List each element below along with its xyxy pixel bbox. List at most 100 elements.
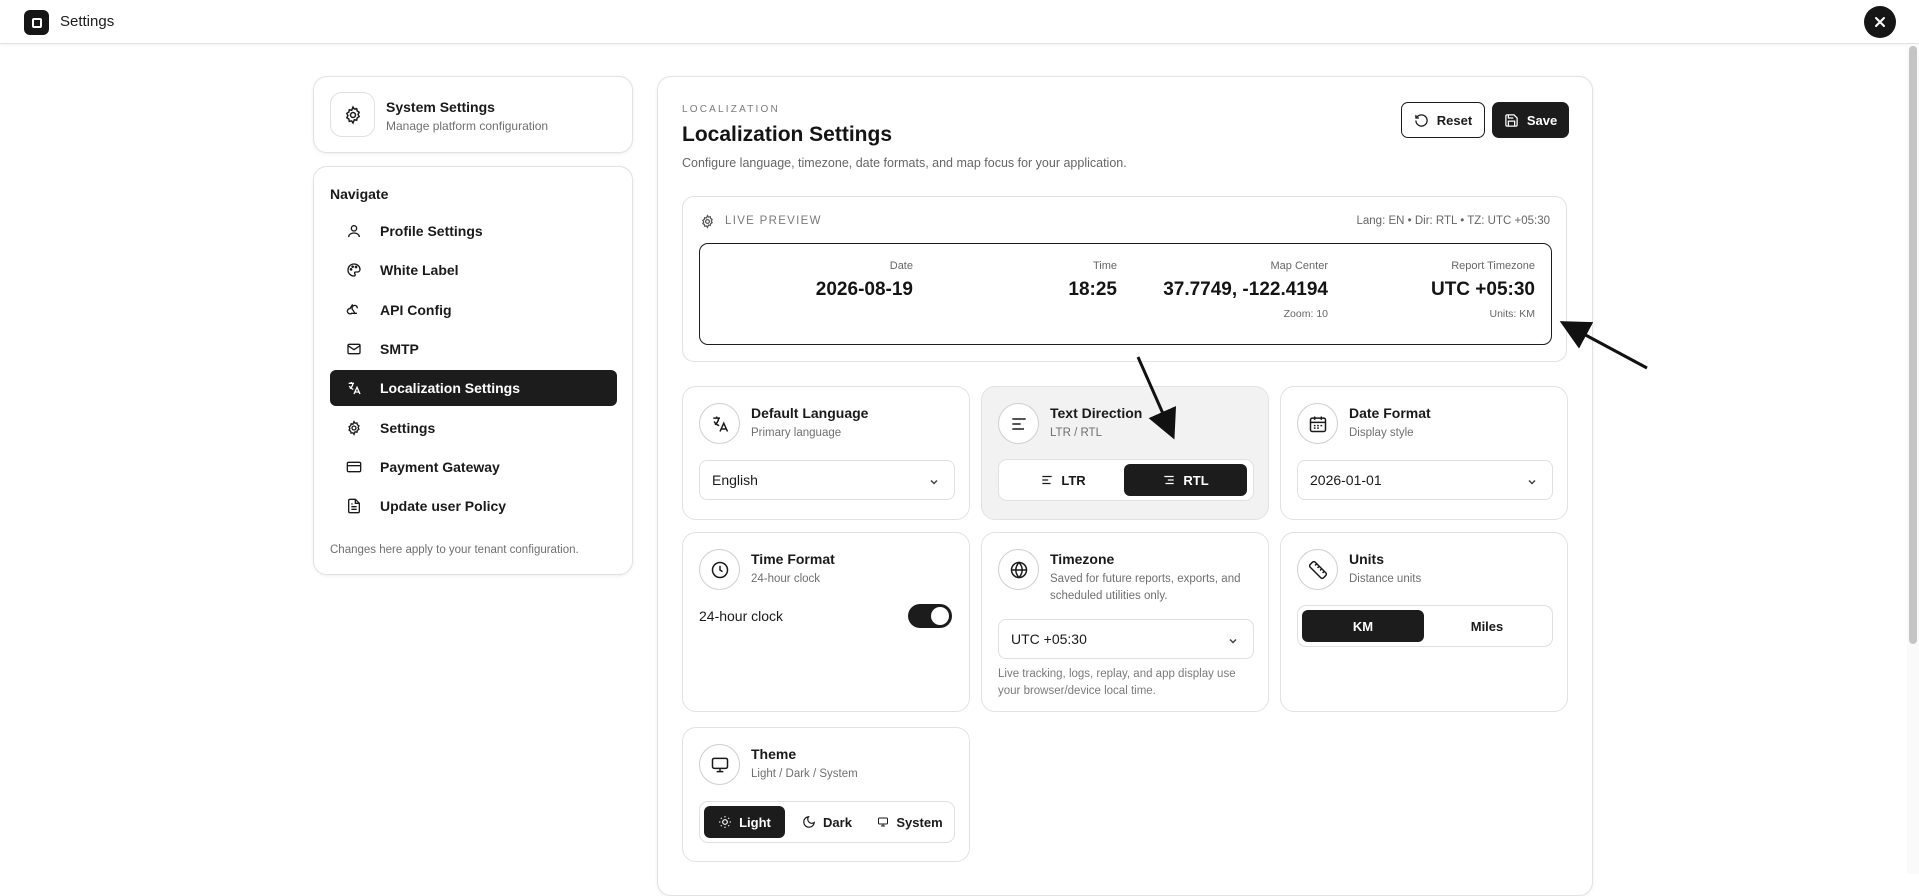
page-title: Localization Settings bbox=[682, 123, 893, 146]
align-left-icon bbox=[1042, 475, 1053, 485]
gear-icon bbox=[700, 214, 715, 229]
rotate-ccw-icon bbox=[1415, 113, 1428, 127]
default-language-card: Default Language Primary language Englis… bbox=[682, 386, 970, 520]
gear-icon bbox=[330, 92, 375, 137]
language-select[interactable]: English bbox=[699, 460, 955, 500]
align-right-icon bbox=[1164, 475, 1175, 485]
km-label: KM bbox=[1352, 618, 1374, 634]
sidebar-item-label: Payment Gateway bbox=[380, 459, 500, 475]
preview-tz-key: Report Timezone bbox=[1451, 260, 1535, 272]
theme-system-label: System bbox=[896, 814, 943, 830]
section-eyebrow: LOCALIZATION bbox=[682, 104, 780, 115]
theme-dark-option[interactable]: Dark bbox=[788, 806, 866, 838]
mail-icon bbox=[345, 340, 363, 358]
units-card: Units Distance units KM Miles bbox=[1280, 532, 1568, 712]
preview-tz-value: UTC +05:30 bbox=[1430, 279, 1535, 300]
window-title: Settings bbox=[60, 13, 115, 30]
toggle-knob bbox=[931, 607, 949, 625]
preview-date: Date 2026-08-19 bbox=[816, 260, 913, 301]
ltr-option[interactable]: LTR bbox=[1004, 464, 1122, 496]
nav-heading: Navigate bbox=[330, 186, 389, 202]
time-format-toggle[interactable] bbox=[908, 604, 952, 628]
language-select-value: English bbox=[712, 472, 758, 488]
preview-map-key: Map Center bbox=[1270, 260, 1328, 272]
moon-icon bbox=[803, 816, 815, 828]
save-label: Save bbox=[1526, 112, 1558, 128]
globe-icon bbox=[998, 549, 1039, 590]
monitor-icon bbox=[878, 817, 889, 827]
close-icon bbox=[1875, 17, 1885, 27]
rtl-label: RTL bbox=[1183, 472, 1209, 488]
timezone-select[interactable]: UTC +05:30 bbox=[998, 619, 1254, 659]
preview-report-timezone: Report Timezone UTC +05:30 Units: KM bbox=[1431, 260, 1535, 320]
page-subtitle: Configure language, timezone, date forma… bbox=[682, 156, 1127, 170]
card-title: Time Format bbox=[751, 551, 835, 567]
sidebar-item-settings[interactable]: Settings bbox=[330, 410, 617, 446]
km-option[interactable]: KM bbox=[1302, 610, 1424, 642]
save-button[interactable]: Save bbox=[1492, 102, 1569, 138]
preview-time: Time 18:25 bbox=[1068, 260, 1117, 301]
monitor-icon bbox=[699, 744, 740, 785]
sidebar-item-profile-settings[interactable]: Profile Settings bbox=[330, 213, 617, 249]
scrollbar-thumb[interactable] bbox=[1909, 46, 1917, 644]
miles-option[interactable]: Miles bbox=[1426, 610, 1548, 642]
theme-toggle: Light Dark System bbox=[699, 801, 955, 843]
palette-icon bbox=[345, 261, 363, 279]
miles-label: Miles bbox=[1470, 618, 1504, 634]
card-subtitle: 24-hour clock bbox=[751, 573, 821, 585]
theme-card: Theme Light / Dark / System Light Dark S… bbox=[682, 727, 970, 862]
preview-map-center: Map Center 37.7749, -122.4194 Zoom: 10 bbox=[1163, 260, 1328, 320]
calendar-icon bbox=[1297, 403, 1338, 444]
user-icon bbox=[345, 222, 363, 240]
localization-settings-panel: LOCALIZATION Localization Settings Confi… bbox=[657, 76, 1593, 896]
system-settings-title: System Settings bbox=[386, 99, 495, 115]
system-settings-subtitle: Manage platform configuration bbox=[386, 119, 549, 133]
sidebar-item-smtp[interactable]: SMTP bbox=[330, 331, 617, 367]
sidebar-item-update-user-policy[interactable]: Update user Policy bbox=[330, 488, 617, 524]
preview-time-value: 18:25 bbox=[1068, 279, 1117, 300]
navigation-card: Navigate Profile Settings White Label AP… bbox=[313, 166, 633, 575]
sidebar-item-payment-gateway[interactable]: Payment Gateway bbox=[330, 449, 617, 485]
card-title: Default Language bbox=[751, 405, 869, 421]
preview-zoom: Zoom: 10 bbox=[1283, 308, 1328, 320]
date-format-card: Date Format Display style 2026-01-01 bbox=[1280, 386, 1568, 520]
preview-date-key: Date bbox=[889, 260, 913, 272]
rtl-option[interactable]: RTL bbox=[1124, 464, 1247, 496]
sidebar-item-label: SMTP bbox=[380, 341, 419, 357]
save-icon bbox=[1505, 113, 1518, 127]
ruler-icon bbox=[1297, 549, 1338, 590]
date-format-select[interactable]: 2026-01-01 bbox=[1297, 460, 1553, 500]
top-bar: Settings bbox=[0, 0, 1919, 44]
sidebar-item-white-label[interactable]: White Label bbox=[330, 252, 617, 288]
timezone-select-value: UTC +05:30 bbox=[1011, 631, 1087, 647]
timezone-note: Live tracking, logs, replay, and app dis… bbox=[998, 668, 1236, 697]
card-subtitle: Primary language bbox=[751, 427, 842, 439]
file-text-icon bbox=[345, 497, 363, 515]
preview-map-value: 37.7749, -122.4194 bbox=[1163, 279, 1328, 300]
card-subtitle: Distance units bbox=[1349, 573, 1422, 585]
reset-button[interactable]: Reset bbox=[1401, 102, 1485, 138]
languages-icon bbox=[699, 403, 740, 444]
sidebar-item-label: Localization Settings bbox=[380, 380, 521, 396]
text-direction-toggle: LTR RTL bbox=[998, 459, 1254, 501]
card-subtitle: LTR / RTL bbox=[1050, 427, 1102, 439]
theme-light-option[interactable]: Light bbox=[704, 806, 785, 838]
credit-card-icon bbox=[345, 458, 363, 476]
close-button[interactable] bbox=[1864, 6, 1896, 38]
card-subtitle: Saved for future reports, exports, and s… bbox=[1050, 573, 1241, 602]
timezone-card: Timezone Saved for future reports, expor… bbox=[981, 532, 1269, 712]
card-title: Timezone bbox=[1050, 551, 1115, 567]
theme-system-option[interactable]: System bbox=[868, 806, 952, 838]
text-direction-card: Text Direction LTR / RTL LTR RTL bbox=[981, 386, 1269, 520]
preview-date-value: 2026-08-19 bbox=[815, 279, 913, 300]
sidebar-item-localization-settings[interactable]: Localization Settings bbox=[330, 370, 617, 406]
card-title: Text Direction bbox=[1050, 405, 1143, 421]
time-format-toggle-label: 24-hour clock bbox=[699, 608, 784, 624]
card-subtitle: Light / Dark / System bbox=[751, 768, 858, 780]
sidebar-item-label: Profile Settings bbox=[380, 223, 483, 239]
live-preview-label: LIVE PREVIEW bbox=[725, 215, 822, 227]
sidebar-item-api-config[interactable]: API Config bbox=[330, 292, 617, 328]
clock-icon bbox=[699, 549, 740, 590]
align-left-icon bbox=[998, 403, 1039, 444]
reset-label: Reset bbox=[1436, 112, 1473, 128]
